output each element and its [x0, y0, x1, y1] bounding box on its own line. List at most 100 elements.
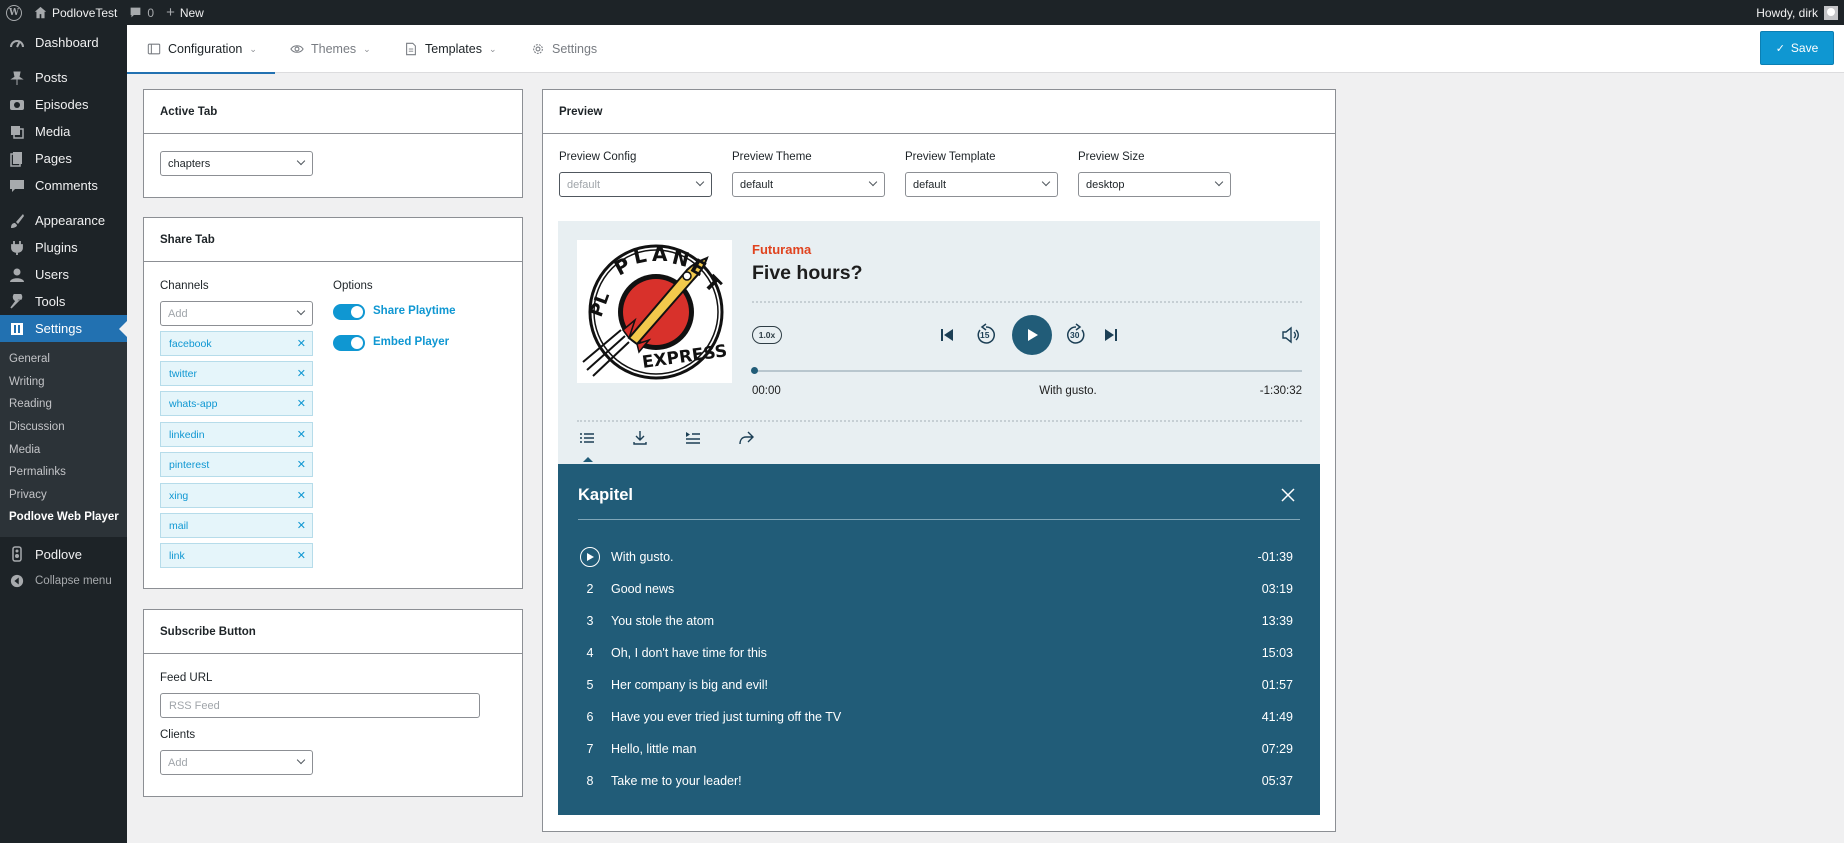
sidebar-item-label: Posts: [35, 70, 68, 85]
feed-url-input[interactable]: RSS Feed: [160, 693, 480, 718]
sidebar-item-appearance[interactable]: Appearance: [0, 207, 127, 234]
submenu-reading[interactable]: Reading: [0, 393, 127, 416]
user-account-menu[interactable]: Howdy, dirk: [1750, 0, 1844, 25]
tab-chapters[interactable]: [579, 430, 597, 462]
chapter-row[interactable]: 8 Take me to your leader! 05:37: [578, 765, 1300, 797]
web-player: P L A N E T PL EXPRESS Futurama Five hou…: [558, 221, 1320, 464]
options-label: Options: [333, 280, 373, 292]
submenu-general[interactable]: General: [0, 348, 127, 371]
clients-select[interactable]: Add: [160, 750, 313, 775]
progress-track[interactable]: [756, 370, 1302, 372]
plug-icon: [8, 239, 26, 257]
preview-template-select[interactable]: default: [905, 172, 1058, 197]
sidebar-item-media[interactable]: Media: [0, 118, 127, 145]
panel-title: Share Tab: [144, 218, 522, 262]
sidebar-item-tools[interactable]: Tools: [0, 288, 127, 315]
volume-button[interactable]: [1280, 325, 1302, 345]
document-icon: [406, 42, 416, 56]
clients-label: Clients: [160, 729, 196, 741]
new-content-link[interactable]: + New: [160, 0, 210, 25]
comments-link[interactable]: 0: [123, 0, 160, 25]
preview-theme-select[interactable]: default: [732, 172, 885, 197]
tab-configuration[interactable]: Configuration ⌄: [127, 25, 275, 74]
chip-label: linkedin: [169, 428, 205, 441]
close-button[interactable]: [1281, 488, 1295, 502]
save-button[interactable]: ✓ Save: [1760, 31, 1834, 65]
chip-label: xing: [169, 489, 189, 502]
chapter-time: 41:49: [1261, 710, 1293, 724]
skip-next-icon: [1105, 329, 1117, 341]
preview-config-select[interactable]: default: [559, 172, 712, 197]
remove-icon[interactable]: ✕: [297, 337, 306, 350]
remove-icon[interactable]: ✕: [297, 519, 306, 532]
rewind-15-button[interactable]: 15: [974, 323, 998, 347]
site-name-link[interactable]: PodloveTest: [28, 0, 123, 25]
chapter-row[interactable]: 2 Good news 03:19: [578, 573, 1300, 605]
sidebar-item-settings[interactable]: Settings: [0, 315, 127, 342]
embed-player-toggle[interactable]: [333, 335, 365, 351]
sidebar-item-users[interactable]: Users: [0, 261, 127, 288]
sidebar-item-plugins[interactable]: Plugins: [0, 234, 127, 261]
active-tab-select[interactable]: chapters: [160, 151, 313, 176]
tab-templates[interactable]: Templates ⌄: [404, 25, 497, 73]
chapter-row[interactable]: 5 Her company is big and evil! 01:57: [578, 669, 1300, 701]
chapter-row[interactable]: With gusto. -01:39: [578, 541, 1300, 573]
remove-icon[interactable]: ✕: [297, 489, 306, 502]
panel-title: Subscribe Button: [144, 610, 522, 654]
sidebar-item-label: Tools: [35, 294, 66, 309]
remove-icon[interactable]: ✕: [297, 397, 306, 410]
share-tab-panel: Share Tab Channels Add facebook ✕ twitter…: [143, 217, 523, 589]
sidebar-item-dashboard[interactable]: Dashboard: [0, 29, 127, 56]
chip-label: link: [169, 549, 185, 562]
preview-size-select[interactable]: desktop: [1078, 172, 1231, 197]
submenu-discussion[interactable]: Discussion: [0, 416, 127, 439]
previous-chapter-button[interactable]: [938, 326, 956, 344]
chapter-row[interactable]: 3 You stole the atom 13:39: [578, 605, 1300, 637]
share-playtime-toggle[interactable]: [333, 304, 365, 320]
sidebar-item-posts[interactable]: Posts: [0, 64, 127, 91]
channel-chip-linkedin: linkedin ✕: [160, 422, 313, 447]
sidebar-item-podlove[interactable]: Podlove: [0, 541, 127, 568]
tab-label: Configuration: [168, 42, 243, 56]
submenu-privacy[interactable]: Privacy: [0, 484, 127, 507]
remove-icon[interactable]: ✕: [297, 549, 306, 562]
collapse-icon: [8, 572, 26, 590]
sidebar-item-pages[interactable]: Pages: [0, 145, 127, 172]
download-icon: [633, 431, 647, 445]
playback-speed-button[interactable]: 1.0x: [752, 326, 782, 344]
next-chapter-button[interactable]: [1102, 326, 1120, 344]
collapse-menu-button[interactable]: Collapse menu: [0, 568, 127, 595]
tab-themes[interactable]: Themes ⌄: [290, 25, 371, 73]
remove-icon[interactable]: ✕: [297, 428, 306, 441]
divider: [577, 420, 1302, 422]
channel-chip-whats-app: whats-app ✕: [160, 391, 313, 416]
tab-settings[interactable]: Settings: [531, 25, 597, 73]
select-value: default: [567, 178, 601, 191]
chapter-row[interactable]: 7 Hello, little man 07:29: [578, 733, 1300, 765]
input-placeholder: RSS Feed: [169, 699, 220, 712]
chapter-row[interactable]: 6 Have you ever tried just turning off t…: [578, 701, 1300, 733]
play-button[interactable]: [1012, 315, 1052, 355]
select-value: chapters: [168, 157, 211, 170]
submenu-media[interactable]: Media: [0, 438, 127, 461]
sidebar-item-comments[interactable]: Comments: [0, 172, 127, 199]
chapter-row[interactable]: 4 Oh, I don't have time for this 15:03: [578, 637, 1300, 669]
submenu-podlove-web-player[interactable]: Podlove Web Player: [0, 506, 127, 529]
remove-icon[interactable]: ✕: [297, 367, 306, 380]
chapter-title: Good news: [611, 582, 675, 596]
tab-download[interactable]: [632, 430, 650, 448]
progress-handle[interactable]: [751, 367, 758, 374]
divider: [578, 519, 1300, 520]
channels-select[interactable]: Add: [160, 301, 313, 326]
wordpress-logo-button[interactable]: W: [0, 0, 28, 25]
remove-icon[interactable]: ✕: [297, 458, 306, 471]
sidebar-item-episodes[interactable]: Episodes: [0, 91, 127, 118]
submenu-writing[interactable]: Writing: [0, 371, 127, 394]
elapsed-time: 00:00: [752, 385, 781, 397]
tab-playlist[interactable]: [685, 430, 703, 448]
tab-share[interactable]: [738, 430, 756, 448]
sidebar-item-label: Settings: [35, 321, 82, 336]
forward-30-button[interactable]: 30: [1064, 323, 1088, 347]
submenu-permalinks[interactable]: Permalinks: [0, 461, 127, 484]
share-icon: [739, 431, 754, 445]
